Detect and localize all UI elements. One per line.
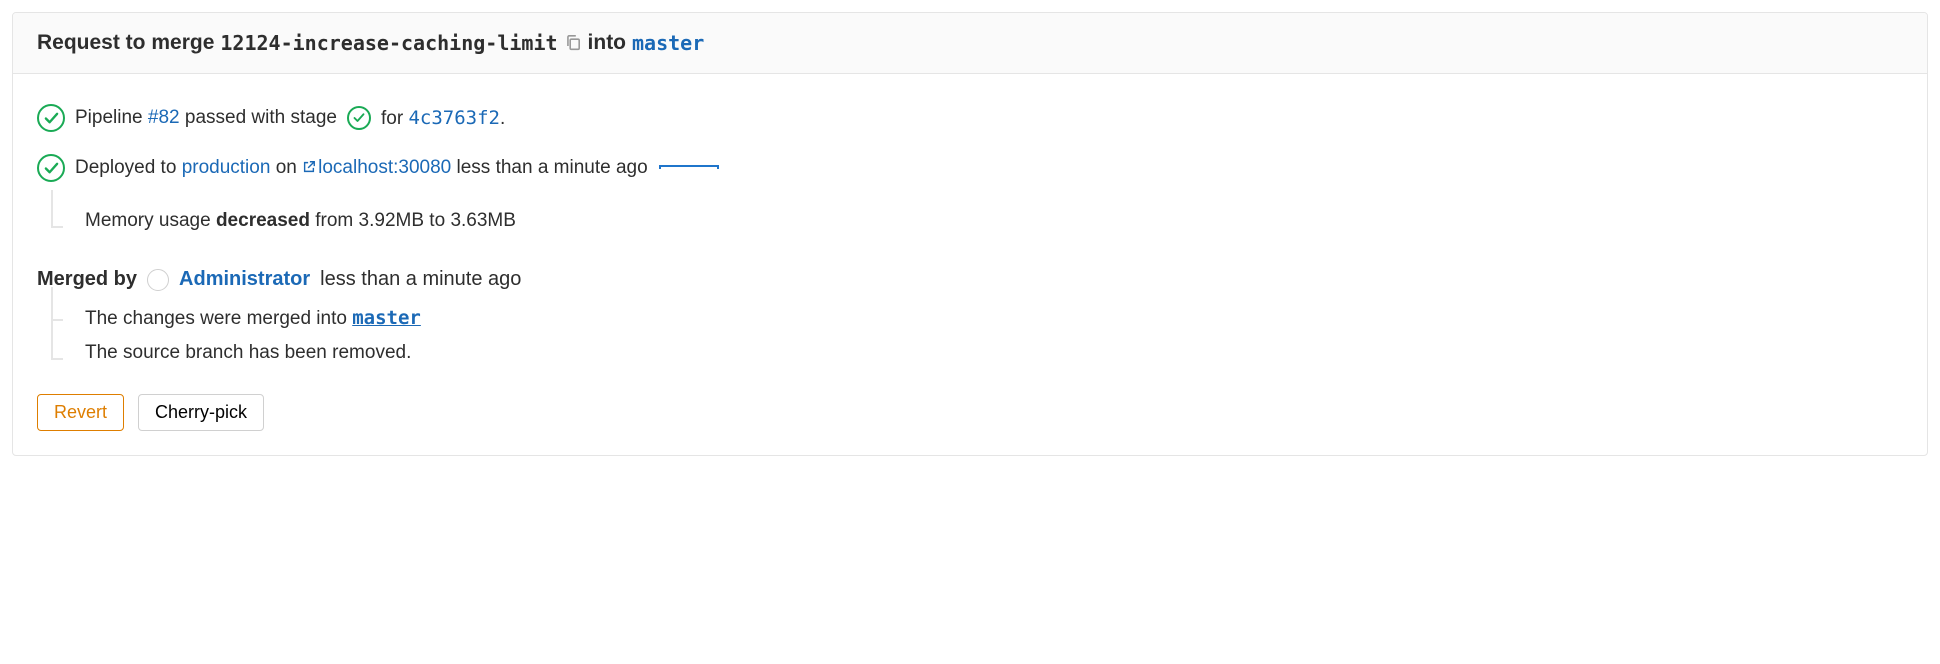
pipeline-for-text: for 4c3763f2.	[381, 107, 505, 130]
merged-target-branch-link[interactable]: master	[352, 307, 421, 329]
memory-sparkline	[659, 165, 719, 173]
pipeline-number-link[interactable]: #82	[148, 107, 180, 128]
deployed-to-label: Deployed to	[75, 157, 176, 178]
merge-body: Pipeline #82 passed with stage for 4c376…	[13, 74, 1927, 455]
environment-link[interactable]: production	[182, 157, 271, 178]
pipeline-row: Pipeline #82 passed with stage for 4c376…	[37, 104, 1903, 132]
status-success-icon	[37, 104, 65, 132]
merge-request-widget: Request to merge 12124-increase-caching-…	[12, 12, 1928, 456]
deploy-time: less than a minute ago	[457, 157, 648, 178]
deploy-row: Deployed to production on localhost:3008…	[37, 154, 1903, 182]
merge-header: Request to merge 12124-increase-caching-…	[13, 13, 1927, 74]
merged-time: less than a minute ago	[320, 268, 521, 291]
target-branch-name[interactable]: master	[632, 31, 704, 55]
memory-block: Memory usage decreased from 3.92MB to 3.…	[51, 204, 1903, 238]
pipeline-text: Pipeline #82 passed with stage	[75, 107, 337, 129]
cherry-pick-button[interactable]: Cherry-pick	[138, 394, 264, 431]
source-branch-name: 12124-increase-caching-limit	[220, 31, 557, 55]
merge-actions: Revert Cherry-pick	[37, 394, 1903, 431]
merge-details-block: The changes were merged into master The …	[51, 301, 1903, 370]
pipeline-passed-text: passed with stage	[185, 107, 337, 128]
commit-link[interactable]: 4c3763f2	[408, 107, 500, 129]
memory-to: 3.63MB	[450, 210, 515, 231]
deploy-text: Deployed to production on localhost:3008…	[75, 157, 719, 179]
memory-line: Memory usage decreased from 3.92MB to 3.…	[85, 204, 1903, 238]
pipeline-label: Pipeline	[75, 107, 143, 128]
copy-branch-icon[interactable]	[564, 31, 582, 55]
revert-button[interactable]: Revert	[37, 394, 124, 431]
external-link-icon	[302, 160, 316, 174]
deployment-url-link[interactable]: localhost:30080	[302, 157, 456, 178]
merged-into-text: The changes were merged into	[85, 308, 347, 329]
source-removed-line: The source branch has been removed.	[85, 336, 1903, 370]
merge-header-prefix: Request to merge	[37, 31, 214, 55]
avatar[interactable]	[147, 269, 169, 291]
merged-by-row: Merged by Administrator less than a minu…	[37, 268, 1903, 291]
merge-header-into: into	[588, 31, 626, 55]
merged-by-user-link[interactable]: Administrator	[179, 268, 310, 291]
stage-success-icon[interactable]	[347, 106, 371, 130]
deploy-success-icon	[37, 154, 65, 182]
merged-into-line: The changes were merged into master	[85, 301, 1903, 336]
memory-label: Memory usage	[85, 210, 211, 231]
deployed-on-label: on	[276, 157, 297, 178]
memory-from: 3.92MB	[359, 210, 424, 231]
memory-change: decreased	[216, 210, 310, 231]
